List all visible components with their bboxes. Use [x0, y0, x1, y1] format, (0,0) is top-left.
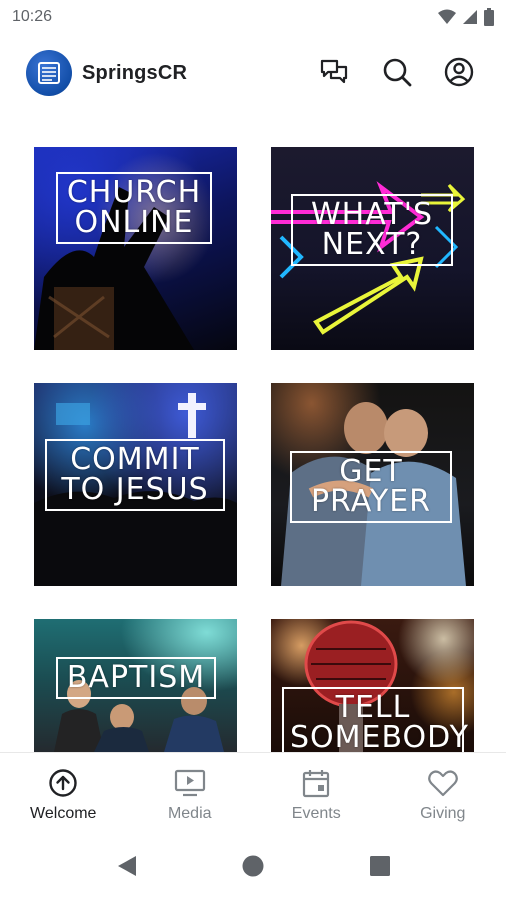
- tile-label: GET PRAYER: [290, 451, 452, 523]
- calendar-icon: [300, 767, 332, 799]
- status-bar: 10:26: [0, 0, 506, 36]
- tile-get-prayer[interactable]: GET PRAYER: [271, 383, 474, 586]
- chat-icon: [320, 59, 348, 84]
- battery-icon: [484, 8, 494, 26]
- tile-label: BAPTISM: [56, 657, 216, 699]
- back-button[interactable]: [113, 852, 141, 880]
- logo-icon: [38, 62, 60, 84]
- heart-icon: [427, 767, 459, 799]
- status-icons: [438, 8, 494, 26]
- profile-button[interactable]: [443, 56, 475, 88]
- tile-label: WHAT'S NEXT?: [291, 194, 453, 266]
- tile-label: CHURCH ONLINE: [56, 172, 212, 244]
- nav-welcome[interactable]: Welcome: [0, 753, 127, 832]
- recents-square-icon: [370, 856, 390, 876]
- status-time: 10:26: [12, 8, 53, 25]
- app-bar: SpringsCR: [0, 44, 506, 104]
- nav-label: Giving: [420, 805, 466, 822]
- tile-commit-to-jesus[interactable]: COMMIT TO JESUS: [34, 383, 237, 586]
- tile-church-online[interactable]: CHURCH ONLINE: [34, 147, 237, 350]
- nav-label: Media: [167, 805, 212, 822]
- tile-tell-somebody[interactable]: TELL SOMEBODY: [271, 619, 474, 752]
- home-button[interactable]: [239, 852, 267, 880]
- messages-button[interactable]: [318, 56, 350, 88]
- signal-icon: [463, 10, 477, 24]
- system-navigation-bar: [0, 832, 506, 900]
- nav-label: Events: [291, 805, 341, 822]
- nav-events[interactable]: Events: [253, 753, 380, 832]
- tile-whats-next[interactable]: WHAT'S NEXT?: [271, 147, 474, 350]
- tv-play-icon: [174, 767, 206, 799]
- recents-button[interactable]: [366, 852, 394, 880]
- nav-giving[interactable]: Giving: [380, 753, 506, 832]
- arrow-up-circle-icon: [47, 767, 79, 799]
- search-button[interactable]: [381, 56, 413, 88]
- tile-baptism[interactable]: BAPTISM: [34, 619, 237, 752]
- wifi-icon: [438, 9, 456, 24]
- search-icon: [383, 58, 412, 87]
- back-triangle-icon: [118, 856, 136, 876]
- bottom-navigation: Welcome Media Events Giving: [0, 752, 506, 832]
- tile-label: TELL SOMEBODY: [282, 687, 468, 752]
- nav-media[interactable]: Media: [127, 753, 254, 832]
- account-circle-icon: [444, 57, 474, 87]
- tile-label: COMMIT TO JESUS: [45, 439, 225, 511]
- home-circle-icon: [242, 855, 264, 877]
- nav-label: Welcome: [30, 805, 97, 822]
- app-logo: [26, 50, 72, 96]
- app-title: SpringsCR: [82, 62, 188, 84]
